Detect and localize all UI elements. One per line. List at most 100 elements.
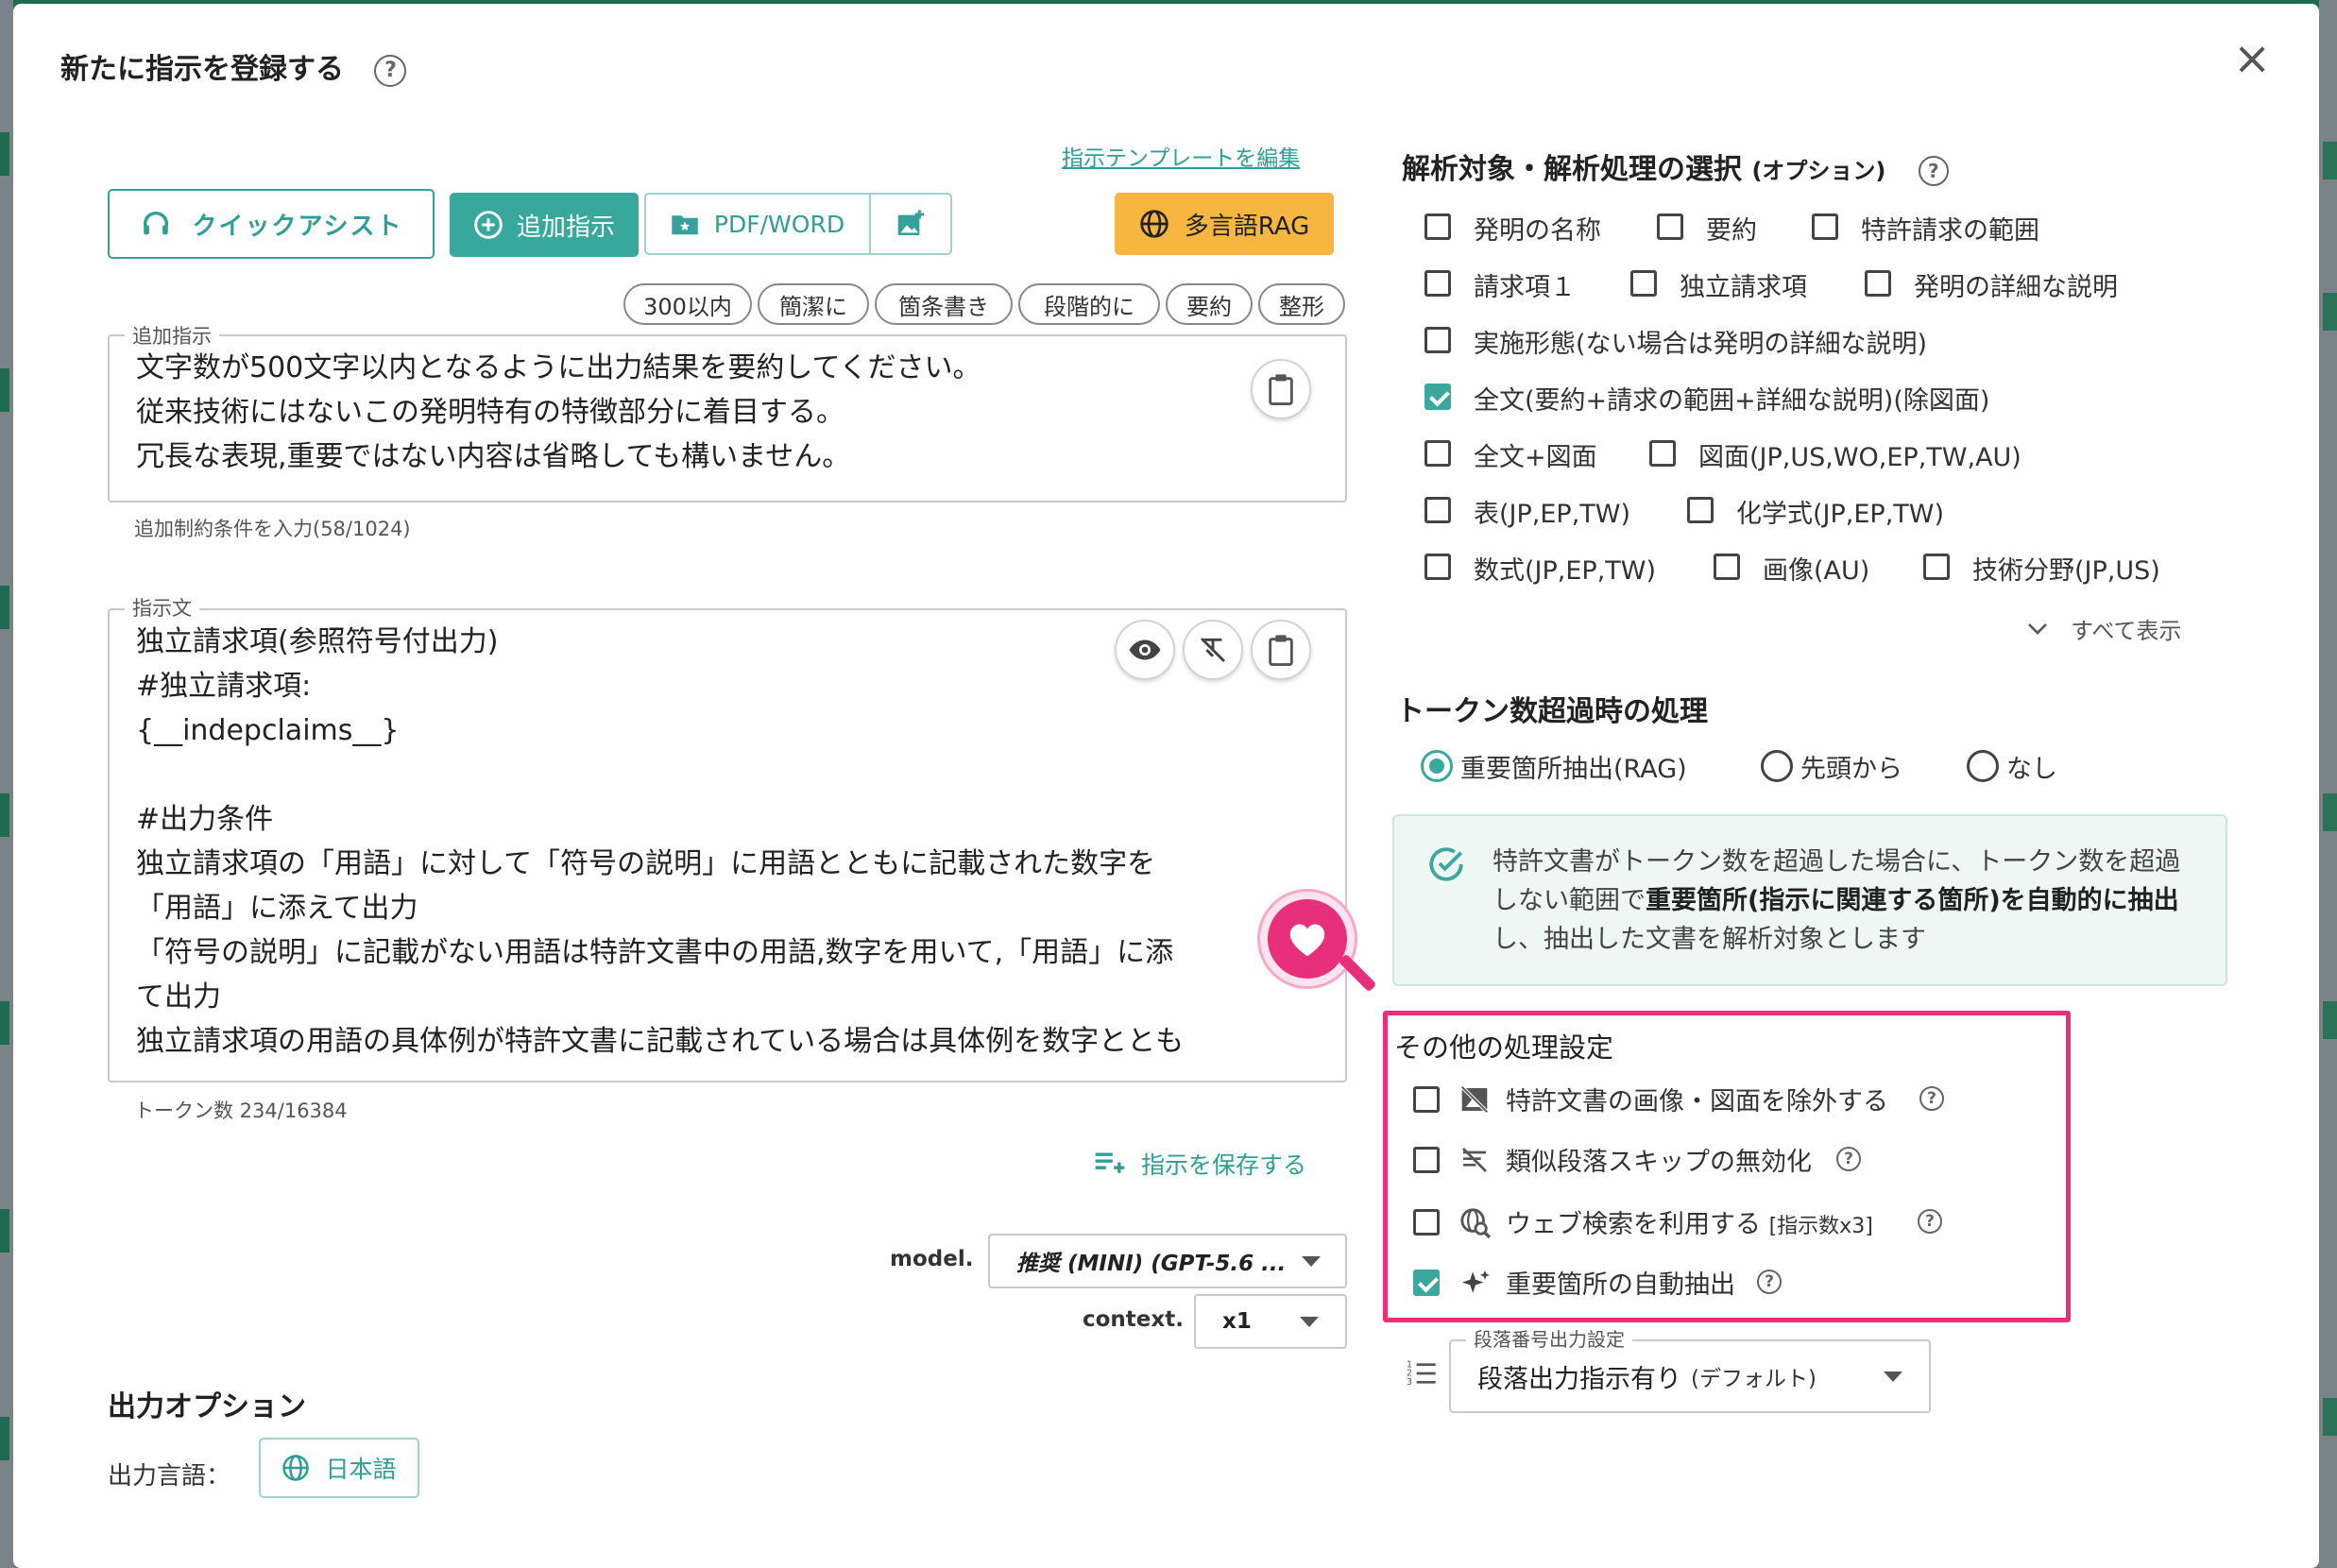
- radio-from-start[interactable]: [1761, 750, 1793, 782]
- instruction-field[interactable]: 独立請求項(参照符号付出力) #独立請求項: {__indepclaims__}…: [108, 608, 1347, 1082]
- checkbox-invention-title[interactable]: [1424, 213, 1451, 240]
- multilang-rag-button[interactable]: 多言語RAG: [1115, 193, 1334, 255]
- paragraph-value: 段落出力指示有り: [1477, 1364, 1681, 1394]
- add-instruction-button[interactable]: 追加指示: [450, 193, 639, 257]
- label-exclude-images: 特許文書の画像・図面を除外する: [1506, 1087, 1888, 1116]
- checkbox-auto-extract[interactable]: [1413, 1270, 1440, 1296]
- instruction-line-7: 「用語」に添えて出力: [136, 892, 418, 925]
- chip-bullets[interactable]: 箇条書き: [875, 283, 1013, 325]
- close-icon[interactable]: ×: [2233, 32, 2271, 85]
- analysis-title-suffix: (オプション): [1751, 158, 1886, 184]
- chip-stepwise[interactable]: 段階的に: [1018, 283, 1160, 325]
- quick-assist-button[interactable]: クイックアシスト: [108, 189, 435, 259]
- model-value: 推奨 (MINI) (GPT-5.6 ...: [1016, 1252, 1287, 1276]
- save-instruction-button[interactable]: 指示を保存する: [1094, 1147, 1306, 1181]
- label-embodiment: 実施形態(ない場合は発明の詳細な説明): [1474, 330, 1928, 359]
- checkbox-independent-claims[interactable]: [1630, 270, 1657, 297]
- help-icon[interactable]: ?: [1919, 1086, 1944, 1111]
- checkbox-formula[interactable]: [1424, 554, 1451, 580]
- chip-concise[interactable]: 簡潔に: [758, 283, 869, 325]
- additional-instruction-field[interactable]: 文字数が500文字以内となるように出力結果を要約してください。 従来技術にはない…: [108, 334, 1347, 503]
- checkbox-abstract[interactable]: [1657, 213, 1683, 240]
- clear-format-button[interactable]: [1183, 620, 1243, 680]
- token-section-title: トークン数超過時の処理: [1396, 695, 1708, 728]
- check-circle-icon: [1429, 847, 1463, 881]
- edit-template-link[interactable]: 指示テンプレートを編集: [1062, 140, 1300, 172]
- output-language-label: 出力言語：: [108, 1462, 231, 1491]
- additional-line-3: 冗長な表現,重要ではない内容は省略しても構いません。: [136, 440, 851, 473]
- label-web-search: ウェブ検索を利用する [指示数x3]: [1506, 1210, 1873, 1239]
- label-images: 画像(AU): [1763, 556, 1870, 586]
- checkbox-tables[interactable]: [1424, 497, 1451, 523]
- help-icon[interactable]: ?: [374, 54, 407, 87]
- label-abstract: 要約: [1706, 216, 1757, 246]
- label-chemical: 化学式(JP,EP,TW): [1736, 500, 1945, 529]
- additional-instruction-label: 追加指示: [125, 321, 219, 349]
- radio-none[interactable]: [1967, 750, 1999, 782]
- paste-button[interactable]: [1251, 359, 1311, 419]
- analysis-section-title: 解析対象・解析処理の選択 (オプション) ?: [1402, 145, 1949, 187]
- help-icon[interactable]: ?: [1757, 1270, 1782, 1294]
- playlist-add-icon: [1095, 1152, 1125, 1173]
- checkbox-tech-field[interactable]: [1923, 554, 1950, 580]
- add-image-icon: [897, 210, 924, 235]
- heart-badge: [1260, 892, 1355, 986]
- checkbox-drawings[interactable]: [1649, 440, 1676, 467]
- chevron-down-icon: [1884, 1372, 1902, 1382]
- globe-icon: [1140, 210, 1168, 238]
- instruction-line-5: #出力条件: [136, 803, 274, 836]
- clear-format-icon: [1200, 637, 1226, 663]
- no-image-icon: [1460, 1085, 1489, 1114]
- label-full-text-drawings: 全文+図面: [1474, 443, 1597, 472]
- label-independent-claims: 独立請求項: [1680, 273, 1807, 302]
- context-value: x1: [1222, 1309, 1252, 1334]
- model-select[interactable]: 推奨 (MINI) (GPT-5.6 ...: [988, 1234, 1347, 1288]
- label-from-start: 先頭から: [1800, 755, 1902, 784]
- eye-icon: [1129, 639, 1161, 660]
- paste-instruction-button[interactable]: [1251, 620, 1311, 680]
- other-section-title: その他の処理設定: [1394, 1031, 1614, 1064]
- attach-button-group: PDF/WORD: [644, 193, 952, 255]
- instruction-line-8: 「符号の説明」に記載がない用語は特許文書中の用語,数字を用いて,「用語」に添: [136, 936, 1174, 969]
- checkbox-exclude-images[interactable]: [1413, 1086, 1440, 1113]
- checkbox-disable-skip[interactable]: [1413, 1147, 1440, 1173]
- checkbox-web-search[interactable]: [1413, 1209, 1440, 1236]
- checkbox-claims[interactable]: [1812, 213, 1838, 240]
- info-text: 特許文書がトークン数を超過した場合に、トークン数を超過しない範囲で重要箇所(指示…: [1493, 847, 2181, 954]
- add-image-button[interactable]: [871, 195, 950, 253]
- checkbox-chemical[interactable]: [1687, 497, 1714, 523]
- checkbox-full-text-drawings[interactable]: [1424, 440, 1451, 467]
- chip-format[interactable]: 整形: [1258, 283, 1345, 325]
- context-label: context.: [1083, 1307, 1184, 1332]
- chip-summary[interactable]: 要約: [1166, 283, 1253, 325]
- label-auto-extract: 重要箇所の自動抽出: [1506, 1270, 1735, 1300]
- help-icon[interactable]: ?: [1918, 1209, 1942, 1234]
- instruction-line-10: 独立請求項の用語の具体例が特許文書に記載されている場合は具体例を数字ととも: [136, 1025, 1185, 1058]
- checkbox-embodiment[interactable]: [1424, 327, 1451, 353]
- sparkle-icon: [1461, 1270, 1490, 1293]
- checkbox-images[interactable]: [1714, 554, 1740, 580]
- help-icon[interactable]: ?: [1836, 1147, 1861, 1171]
- paragraph-suffix: (デフォルト): [1691, 1367, 1817, 1391]
- preview-button[interactable]: [1115, 620, 1175, 680]
- context-select[interactable]: x1: [1194, 1294, 1347, 1349]
- show-all-button[interactable]: すべて表示: [2027, 612, 2181, 645]
- label-disable-skip: 類似段落スキップの無効化: [1506, 1148, 1812, 1177]
- label-full-text: 全文(要約+請求の範囲+詳細な説明)(除図面): [1474, 386, 1990, 416]
- chip-300[interactable]: 300以内: [623, 283, 752, 325]
- label-tech-field: 技術分野(JP,US): [1972, 556, 2160, 586]
- info-box: 特許文書がトークン数を超過した場合に、トークン数を超過しない範囲で重要箇所(指示…: [1392, 814, 2227, 986]
- checkbox-claim-1[interactable]: [1424, 270, 1451, 297]
- instruction-line-2: #独立請求項:: [136, 670, 312, 703]
- chevron-down-icon: [1300, 1317, 1319, 1327]
- output-language-button[interactable]: 日本語: [259, 1438, 419, 1498]
- instruction-line-3: {__indepclaims__}: [136, 714, 400, 747]
- checkbox-detailed-description[interactable]: [1865, 270, 1891, 297]
- pdf-word-button[interactable]: PDF/WORD: [646, 195, 869, 253]
- radio-rag[interactable]: [1421, 750, 1453, 782]
- chevron-down-icon: [2028, 622, 2047, 635]
- web-search-icon: [1460, 1208, 1492, 1239]
- label-detailed-description: 発明の詳細な説明: [1914, 273, 2118, 302]
- help-icon[interactable]: ?: [1918, 155, 1949, 186]
- checkbox-full-text[interactable]: [1424, 383, 1451, 410]
